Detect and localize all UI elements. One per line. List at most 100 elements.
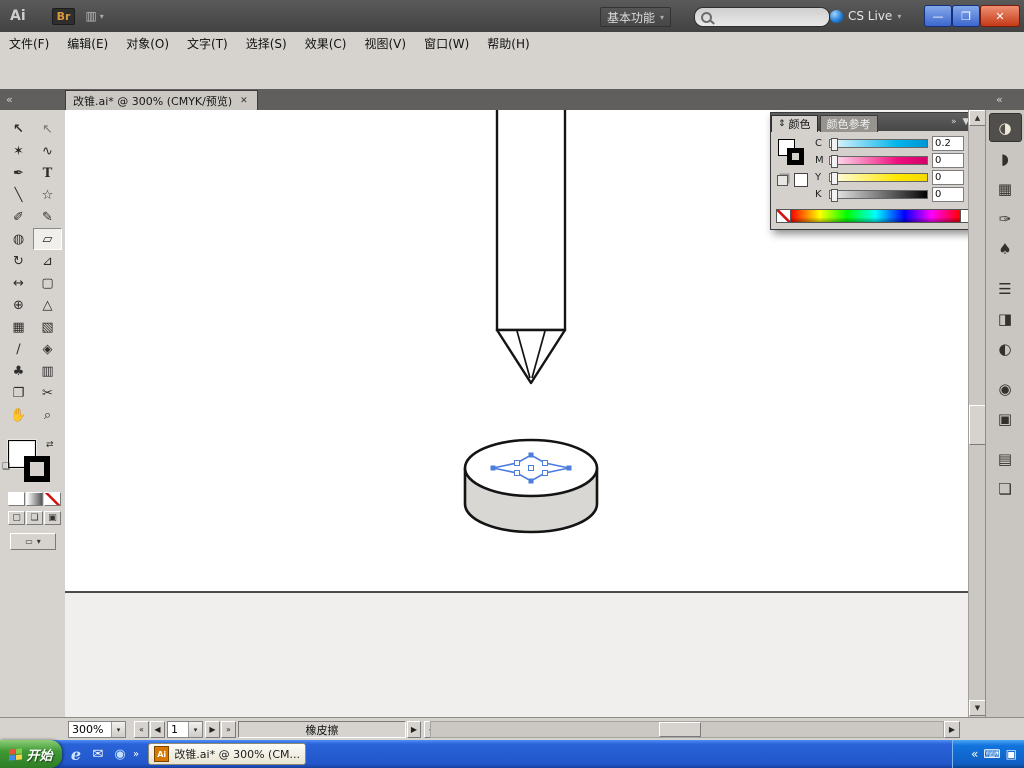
zoom-dropdown[interactable]: 300% ▾ xyxy=(68,721,126,738)
tool-type[interactable]: T xyxy=(33,162,62,184)
tool-blob-brush[interactable]: ◍ xyxy=(4,228,33,250)
draw-normal-button[interactable]: ▢ xyxy=(8,511,25,525)
white-swatch[interactable] xyxy=(961,209,968,223)
cycle-color-mode-icon[interactable]: ⇕ xyxy=(778,119,786,129)
slider-thumb[interactable] xyxy=(831,155,838,168)
tool-lasso[interactable]: ∿ xyxy=(33,140,62,162)
tab-color-guide[interactable]: 颜色参考 xyxy=(819,114,878,132)
slider-thumb[interactable] xyxy=(831,138,838,151)
menu-item[interactable]: 文字(T) xyxy=(178,32,237,57)
dock-graphic-styles[interactable]: ▣ xyxy=(990,405,1021,432)
messenger-icon[interactable]: ◉ xyxy=(110,744,130,764)
tool-magic-wand[interactable]: ✶ xyxy=(4,140,33,162)
tool-width[interactable]: ↔ xyxy=(4,272,33,294)
tool-pen[interactable]: ✒ xyxy=(4,162,33,184)
web-color-warning-icon[interactable] xyxy=(777,175,788,186)
expand-panel-icon[interactable]: » xyxy=(951,117,957,127)
tool-slice[interactable]: ✂ xyxy=(33,382,62,404)
channel-value-input[interactable]: 0 xyxy=(932,187,964,202)
dock-layers[interactable]: ▤ xyxy=(990,445,1021,472)
arrange-documents-button[interactable]: ▥ ▾ xyxy=(85,9,103,23)
display-settings-icon[interactable]: ▣ xyxy=(1006,747,1017,761)
vertical-scroll-thumb[interactable] xyxy=(969,405,986,445)
menu-item[interactable]: 编辑(E) xyxy=(58,32,117,57)
none-swatch[interactable] xyxy=(776,209,791,223)
tool-perspective-grid[interactable]: △ xyxy=(33,294,62,316)
draw-behind-button[interactable]: ❑ xyxy=(26,511,43,525)
menu-item[interactable]: 帮助(H) xyxy=(478,32,538,57)
restore-button[interactable]: ❐ xyxy=(952,5,980,27)
menu-item[interactable]: 选择(S) xyxy=(237,32,296,57)
dock-swatches[interactable]: ▦ xyxy=(990,175,1021,202)
scroll-up-icon[interactable]: ▲ xyxy=(969,110,986,126)
dock-stroke[interactable]: ☰ xyxy=(990,275,1021,302)
screwdriver-tip[interactable] xyxy=(495,328,567,385)
change-screen-mode-button[interactable]: ▭ ▾ xyxy=(10,533,56,550)
channel-slider[interactable] xyxy=(829,138,928,151)
color-mode-button[interactable] xyxy=(8,492,25,506)
search-input[interactable] xyxy=(694,7,830,27)
tool-selection[interactable]: ↖ xyxy=(4,118,33,140)
channel-slider[interactable] xyxy=(829,172,928,185)
status-tool-display[interactable]: 橡皮擦 xyxy=(238,721,406,738)
cs-live-button[interactable]: CS Live ▾ xyxy=(830,7,901,25)
next-artboard-button[interactable]: ▶ xyxy=(205,721,220,738)
screwdriver-shaft[interactable] xyxy=(495,110,567,332)
tray-collapse-icon[interactable]: « xyxy=(971,747,978,761)
swap-fill-stroke-icon[interactable]: ⇄ xyxy=(46,440,54,450)
vertical-scrollbar[interactable]: ▲ ▼ xyxy=(968,110,986,717)
stroke-color-swatch[interactable] xyxy=(24,456,50,482)
tool-rotate[interactable]: ↻ xyxy=(4,250,33,272)
tool-free-transform[interactable]: ▢ xyxy=(33,272,62,294)
bridge-button[interactable]: Br xyxy=(51,7,76,25)
tool-zoom[interactable]: ⌕ xyxy=(33,404,62,426)
tab-color[interactable]: ⇕ 颜色 xyxy=(771,114,818,132)
dock-color-guide[interactable]: ◗ xyxy=(990,145,1021,172)
taskbar-app-button[interactable]: Ai 改锥.ai* @ 300% (CM... xyxy=(148,743,306,765)
collapse-right-dock-icon[interactable]: « xyxy=(996,89,1003,110)
tool-pencil[interactable]: ✎ xyxy=(33,206,62,228)
panel-stroke-proxy[interactable] xyxy=(787,148,804,165)
canvas[interactable]: ⇕ 颜色 颜色参考 » ▼≡ C xyxy=(65,110,968,717)
channel-slider[interactable] xyxy=(829,189,928,202)
channel-slider[interactable] xyxy=(829,155,928,168)
document-tab[interactable]: 改锥.ai* @ 300% (CMYK/预览) ✕ xyxy=(65,90,258,111)
tool-eyedropper[interactable]: ∕ xyxy=(4,338,33,360)
dock-transparency[interactable]: ◐ xyxy=(990,335,1021,362)
tool-mesh[interactable]: ▦ xyxy=(4,316,33,338)
tool-scale[interactable]: ⊿ xyxy=(33,250,62,272)
menu-item[interactable]: 效果(C) xyxy=(296,32,356,57)
scroll-right-icon[interactable]: ▶ xyxy=(944,721,960,738)
gradient-mode-button[interactable] xyxy=(26,492,43,506)
menu-item[interactable]: 对象(O) xyxy=(117,32,178,57)
dock-symbols[interactable]: ♠ xyxy=(990,235,1021,262)
menu-item[interactable]: 视图(V) xyxy=(355,32,415,57)
previous-artboard-button[interactable]: ◀ xyxy=(150,721,165,738)
collapse-left-dock-icon[interactable]: « xyxy=(6,89,13,110)
artboard-navigation-dropdown[interactable]: 1 ▾ xyxy=(167,721,203,738)
draw-inside-button[interactable]: ▣ xyxy=(44,511,61,525)
internet-explorer-icon[interactable]: e xyxy=(66,744,86,764)
menu-item[interactable]: 文件(F) xyxy=(0,32,58,57)
tool-paintbrush[interactable]: ✐ xyxy=(4,206,33,228)
slider-thumb[interactable] xyxy=(831,172,838,185)
default-fill-stroke-icon[interactable]: ❏ xyxy=(2,462,10,472)
status-options-button[interactable]: ▶ xyxy=(407,721,421,738)
dock-gradient[interactable]: ◨ xyxy=(990,305,1021,332)
quick-launch-overflow-icon[interactable]: » xyxy=(130,744,142,764)
dock-brushes[interactable]: ✑ xyxy=(990,205,1021,232)
tool-line-segment[interactable]: ╲ xyxy=(4,184,33,206)
minimize-button[interactable]: — xyxy=(924,5,952,27)
last-artboard-button[interactable]: » xyxy=(221,721,236,738)
tool-star-shape[interactable]: ☆ xyxy=(33,184,62,206)
none-mode-button[interactable] xyxy=(44,492,61,506)
dock-artboards[interactable]: ❏ xyxy=(990,475,1021,502)
tool-hand[interactable]: ✋ xyxy=(4,404,33,426)
menu-item[interactable]: 窗口(W) xyxy=(415,32,478,57)
tool-shape-builder[interactable]: ⊕ xyxy=(4,294,33,316)
horizontal-scroll-thumb[interactable] xyxy=(659,722,701,737)
tool-direct-selection[interactable]: ↖ xyxy=(33,118,62,140)
tool-gradient[interactable]: ▧ xyxy=(33,316,62,338)
mail-icon[interactable]: ✉ xyxy=(88,744,108,764)
first-artboard-button[interactable]: « xyxy=(134,721,149,738)
